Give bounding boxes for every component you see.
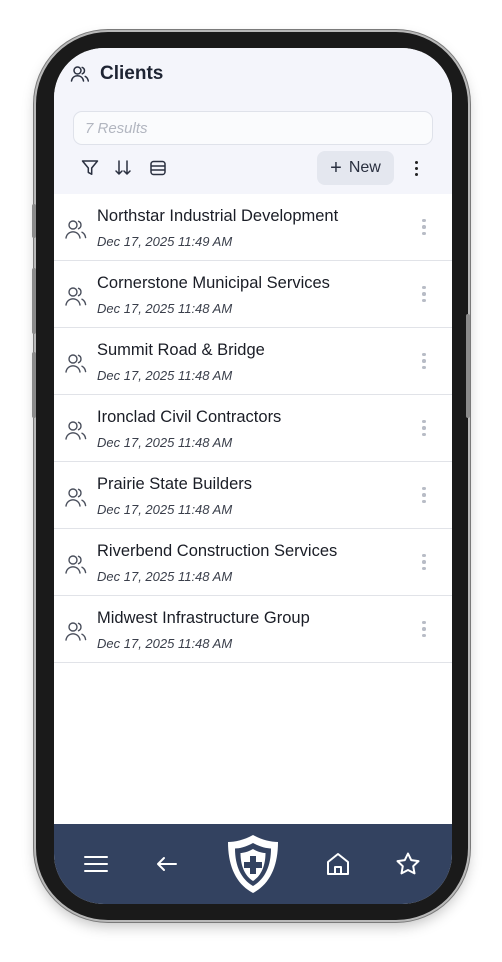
client-icon [65,488,87,507]
client-name: Northstar Industrial Development [97,207,339,225]
more-vertical-icon-dot [422,426,426,430]
more-vertical-icon-dot [414,160,418,164]
more-vertical-icon-dot [422,553,426,558]
client-name: Prairie State Builders [97,475,252,493]
client-icon [65,622,87,641]
more-vertical-icon-dot [422,359,426,363]
row-more-button[interactable] [416,551,432,573]
star-icon [396,852,420,875]
more-vertical-icon-dot [422,231,426,236]
home-icon [327,853,349,875]
phone-side-button [32,204,36,238]
more-vertical-icon-dot [422,285,426,290]
client-list: Northstar Industrial Development Dec 17, … [54,194,452,663]
client-list-item[interactable]: Prairie State Builders Dec 17, 2025 11:48… [54,462,452,529]
client-icon [65,555,87,574]
more-options-button[interactable] [406,156,426,180]
row-more-button[interactable] [416,350,432,372]
filter-icon [81,160,99,175]
sort-icon [115,160,131,175]
more-vertical-icon-dot [422,627,426,631]
new-button-label: New [348,159,381,176]
phone-volume-up [32,268,36,334]
more-vertical-icon-dot [422,493,426,497]
client-list-item[interactable]: Northstar Industrial Development Dec 17, … [54,194,452,261]
client-list-item[interactable]: Riverbend Construction Services Dec 17, 2… [54,529,452,596]
client-icon [65,220,87,239]
more-vertical-icon-dot [422,352,426,357]
client-list-item[interactable]: Summit Road & Bridge Dec 17, 2025 11:48 A… [54,328,452,395]
back-button[interactable] [153,850,181,878]
more-vertical-icon-dot [422,566,426,571]
more-vertical-icon-dot [422,560,426,564]
phone-volume-down [32,352,36,418]
more-vertical-icon-dot [422,486,426,491]
home-button[interactable] [324,850,352,878]
title-row: Clients [70,62,163,86]
sort-button[interactable] [113,158,133,178]
search-placeholder: 7 Results [85,119,148,137]
phone-power-button [466,314,470,418]
row-more-button[interactable] [416,484,432,506]
view-toggle-icon [150,160,166,176]
more-vertical-icon-dot [422,298,426,303]
menu-icon [84,856,108,872]
row-more-button[interactable] [416,417,432,439]
client-date: Dec 17, 2025 11:48 AM [97,435,233,450]
more-vertical-icon-dot [414,172,418,176]
menu-button[interactable] [82,850,110,878]
search-input[interactable]: 7 Results [73,111,433,145]
more-vertical-icon-dot [422,419,426,424]
page-header: Clients 7 Results + New [54,48,452,194]
more-vertical-icon-dot [422,620,426,625]
more-vertical-icon-dot [422,633,426,638]
more-vertical-icon-dot [414,166,418,170]
client-date: Dec 17, 2025 11:48 AM [97,502,233,517]
client-name: Cornerstone Municipal Services [97,274,330,292]
row-more-button[interactable] [416,283,432,305]
plus-icon: + [330,157,342,179]
new-client-button[interactable]: + New [317,151,394,185]
client-list-item[interactable]: Midwest Infrastructure Group Dec 17, 2025… [54,596,452,663]
view-toggle-button[interactable] [148,158,168,178]
row-more-button[interactable] [416,216,432,238]
more-vertical-icon-dot [422,292,426,296]
client-name: Ironclad Civil Contractors [97,408,282,426]
bottom-navigation [54,824,452,904]
client-list-item[interactable]: Cornerstone Municipal Services Dec 17, 20… [54,261,452,328]
client-date: Dec 17, 2025 11:49 AM [97,234,233,249]
more-vertical-icon-dot [422,432,426,437]
client-date: Dec 17, 2025 11:48 AM [97,569,233,584]
client-date: Dec 17, 2025 11:48 AM [97,636,233,651]
shield-logo-icon[interactable] [224,832,282,896]
client-name: Riverbend Construction Services [97,542,338,560]
more-vertical-icon-dot [422,225,426,229]
client-name: Summit Road & Bridge [97,341,265,359]
client-date: Dec 17, 2025 11:48 AM [97,368,233,383]
client-icon [65,287,87,306]
users-icon [70,66,90,82]
more-vertical-icon-dot [422,365,426,370]
row-more-button[interactable] [416,618,432,640]
client-icon [65,421,87,440]
client-date: Dec 17, 2025 11:48 AM [97,301,233,316]
back-arrow-icon [157,857,177,871]
client-list-item[interactable]: Ironclad Civil Contractors Dec 17, 2025 1… [54,395,452,462]
client-icon [65,354,87,373]
favorites-button[interactable] [394,850,422,878]
app-screen: Clients 7 Results + New Northstar Indust… [54,48,452,904]
more-vertical-icon-dot [422,218,426,223]
filter-button[interactable] [80,158,100,178]
more-vertical-icon-dot [422,499,426,504]
client-name: Midwest Infrastructure Group [97,609,310,627]
page-title: Clients [100,63,164,84]
